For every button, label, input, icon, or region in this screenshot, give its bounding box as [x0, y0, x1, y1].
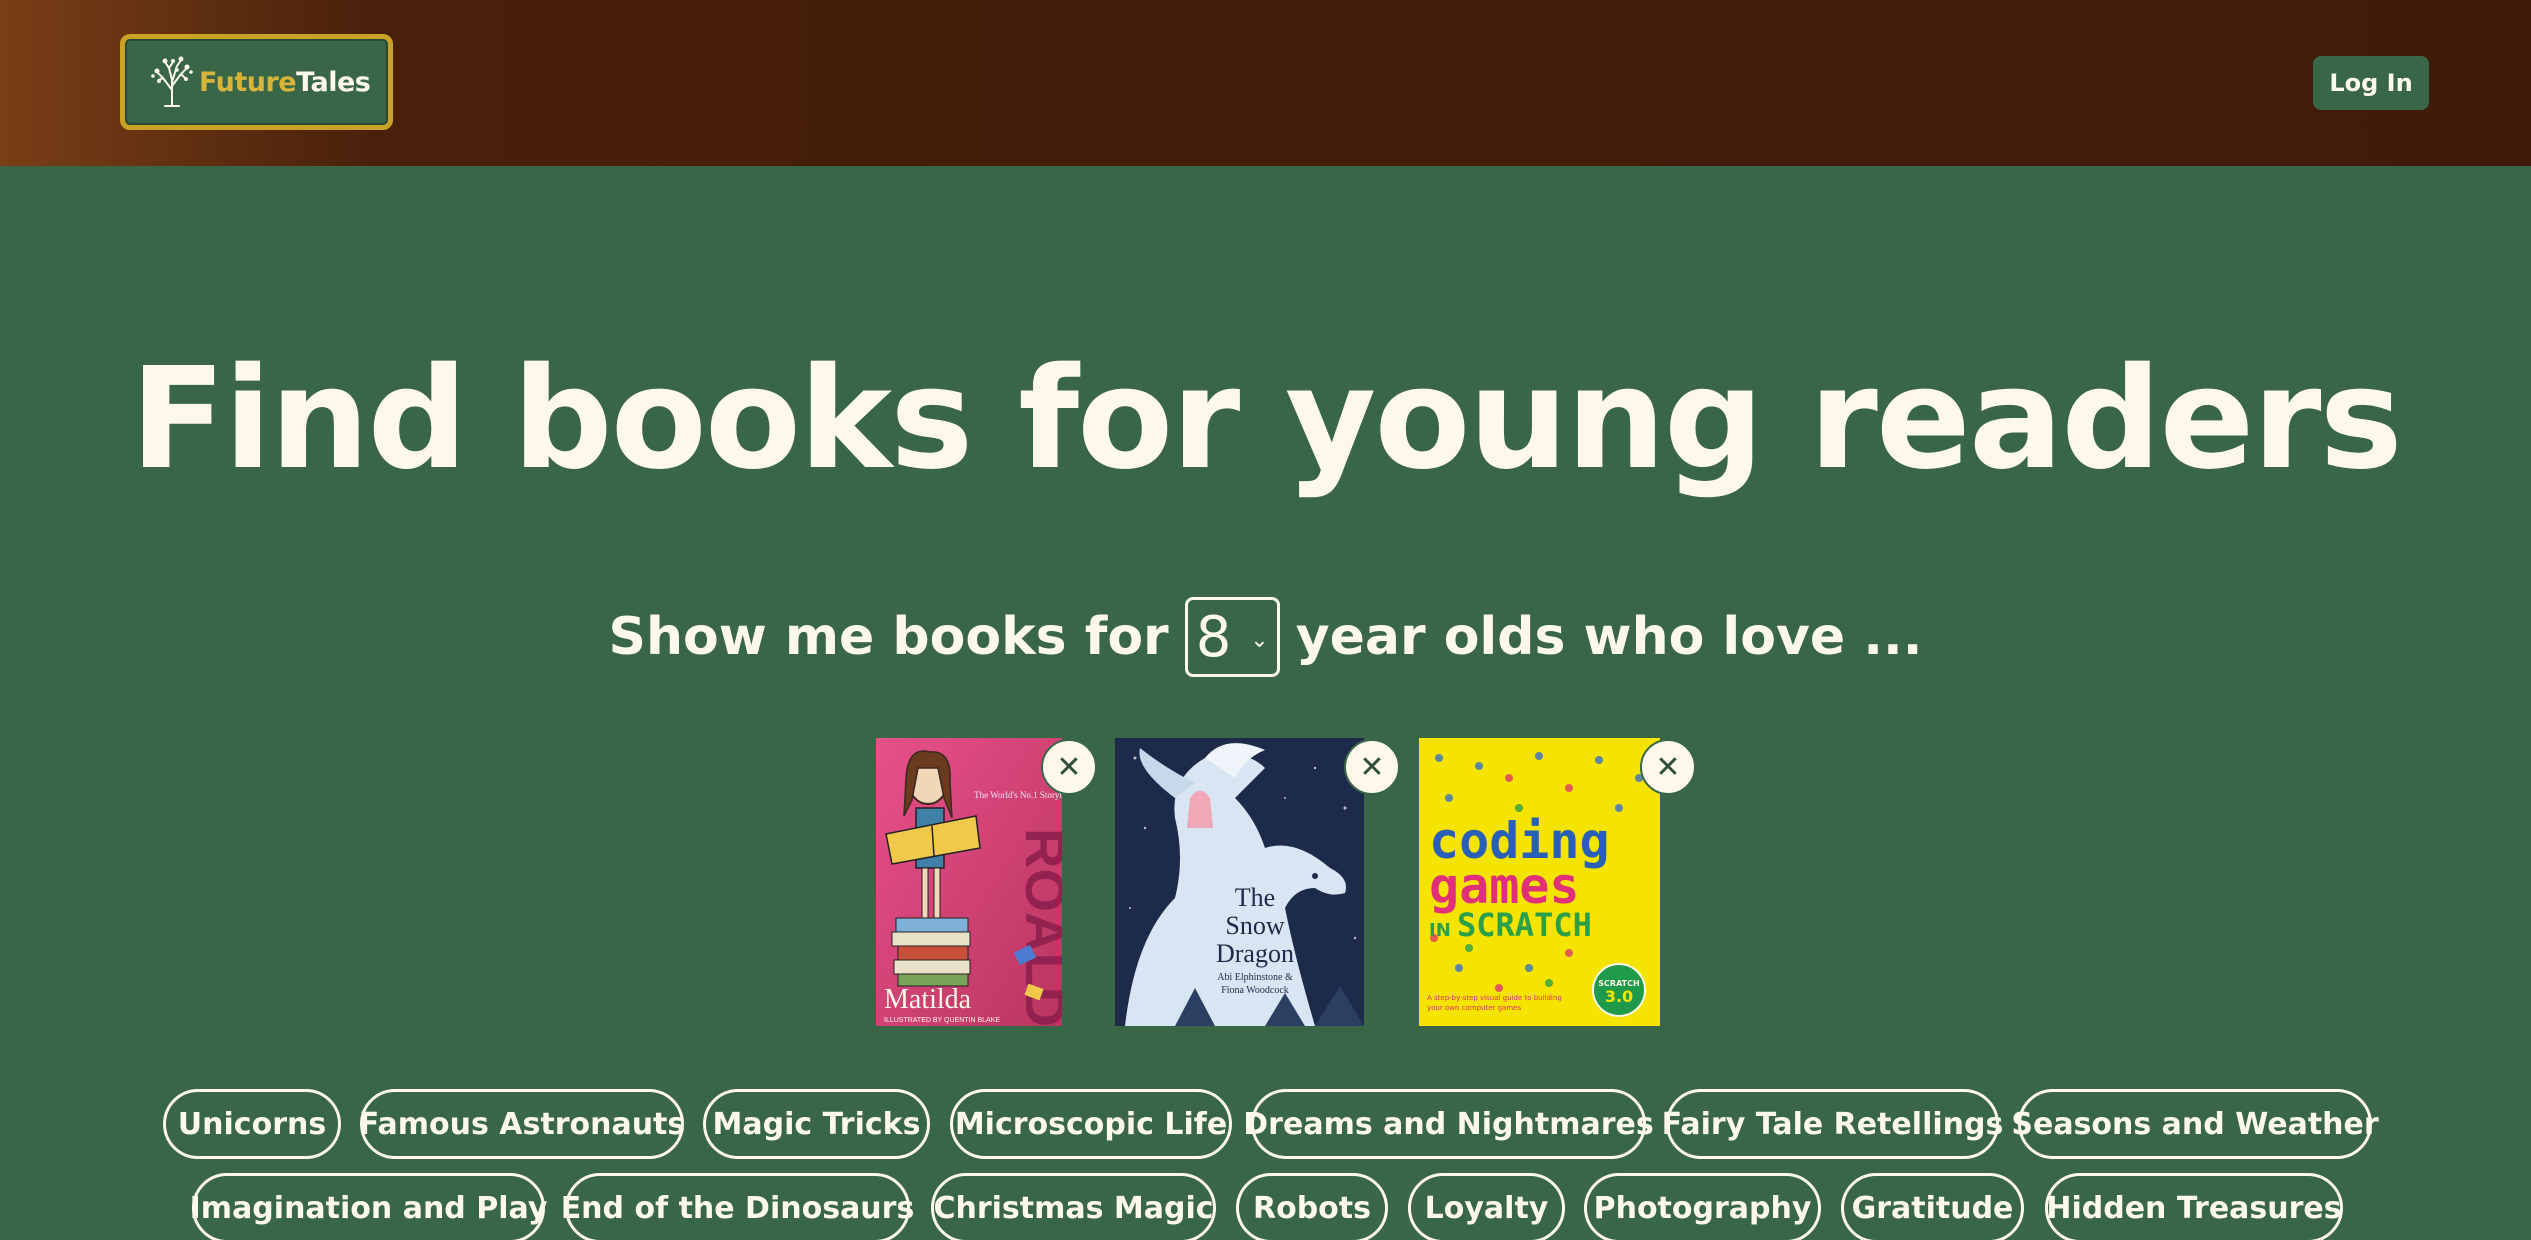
sentence-before: Show me books for [608, 607, 1169, 667]
snow-dragon-title-1: The [1235, 883, 1275, 912]
coding-games-title-3b: SCRATCH [1457, 906, 1592, 944]
page-title: Find books for young readers [130, 338, 2403, 501]
topic-chip[interactable]: Christmas Magic [931, 1173, 1216, 1240]
topic-chip[interactable]: Famous Astronauts [359, 1089, 685, 1159]
book-cover-coding-games[interactable]: coding games IN SCRATCH SCRATCH 3.0 A st… [1419, 738, 1660, 1026]
topic-chip[interactable]: Fairy Tale Retellings [1662, 1089, 2003, 1159]
age-select-value: 8 [1195, 604, 1232, 670]
book-cover-snow-dragon[interactable]: The Snow Dragon Abi Elphinstone & Fiona … [1115, 738, 1364, 1026]
topic-chip[interactable]: Gratitude [1841, 1173, 2024, 1240]
scratch-badge-2: 3.0 [1605, 987, 1633, 1006]
remove-book-snow-dragon-button[interactable]: ✕ [1344, 739, 1400, 795]
matilda-cover-top: The World's No.1 Storyteller [974, 790, 1062, 800]
matilda-cover-art: The World's No.1 Storyteller ROALD DAHL … [876, 738, 1062, 1026]
remove-book-matilda-button[interactable]: ✕ [1041, 739, 1097, 795]
remove-book-coding-games-button[interactable]: ✕ [1640, 739, 1696, 795]
login-button[interactable]: Log In [2313, 56, 2429, 110]
topic-chip[interactable]: Photography [1584, 1173, 1821, 1240]
site-header: FutureTales Log In [0, 0, 2531, 166]
matilda-illustrator: ILLUSTRATED BY QUENTIN BLAKE [884, 1017, 1000, 1024]
age-select[interactable]: 8 ⌄ [1184, 597, 1280, 677]
snow-dragon-title-3: Dragon [1216, 939, 1294, 968]
tree-icon [151, 56, 193, 107]
topic-chip[interactable]: Loyalty [1408, 1173, 1565, 1240]
topic-chip[interactable]: Magic Tricks [703, 1089, 930, 1159]
matilda-title: Matilda [884, 984, 972, 1015]
snow-dragon-cover-art: The Snow Dragon Abi Elphinstone & Fiona … [1115, 738, 1364, 1026]
topic-chip[interactable]: Robots [1236, 1173, 1388, 1240]
snow-dragon-authors-1: Abi Elphinstone & [1217, 972, 1293, 983]
topic-chip[interactable]: Imagination and Play [190, 1173, 547, 1240]
topic-chip[interactable]: Dreams and Nightmares [1243, 1089, 1654, 1159]
snow-dragon-title-2: Snow [1225, 911, 1284, 940]
topic-chip[interactable]: Hidden Treasures [2045, 1173, 2343, 1240]
topic-chip[interactable]: Microscopic Life [950, 1089, 1232, 1159]
logo[interactable]: FutureTales [120, 34, 393, 130]
chevron-down-icon: ⌄ [1250, 627, 1269, 653]
snow-dragon-authors-2: Fiona Woodcock [1221, 985, 1289, 996]
topic-chip[interactable]: Seasons and Weather [2011, 1089, 2379, 1159]
coding-games-subtitle-2: your own computer games [1427, 1004, 1521, 1012]
coding-games-cover-art: coding games IN SCRATCH SCRATCH 3.0 A st… [1419, 738, 1660, 1026]
coding-games-title-3a: IN [1429, 920, 1451, 941]
age-sentence: Show me books for 8 ⌄ year olds who love… [0, 597, 2531, 677]
topic-chip[interactable]: End of the Dinosaurs [561, 1173, 914, 1240]
topic-chip[interactable]: Unicorns [163, 1089, 341, 1159]
sentence-after: year olds who love ... [1295, 607, 1923, 667]
coding-games-subtitle-1: A step-by-step visual guide to building [1427, 994, 1562, 1002]
book-cover-matilda[interactable]: The World's No.1 Storyteller ROALD DAHL … [876, 738, 1062, 1026]
logo-text: FutureTales [199, 66, 371, 98]
